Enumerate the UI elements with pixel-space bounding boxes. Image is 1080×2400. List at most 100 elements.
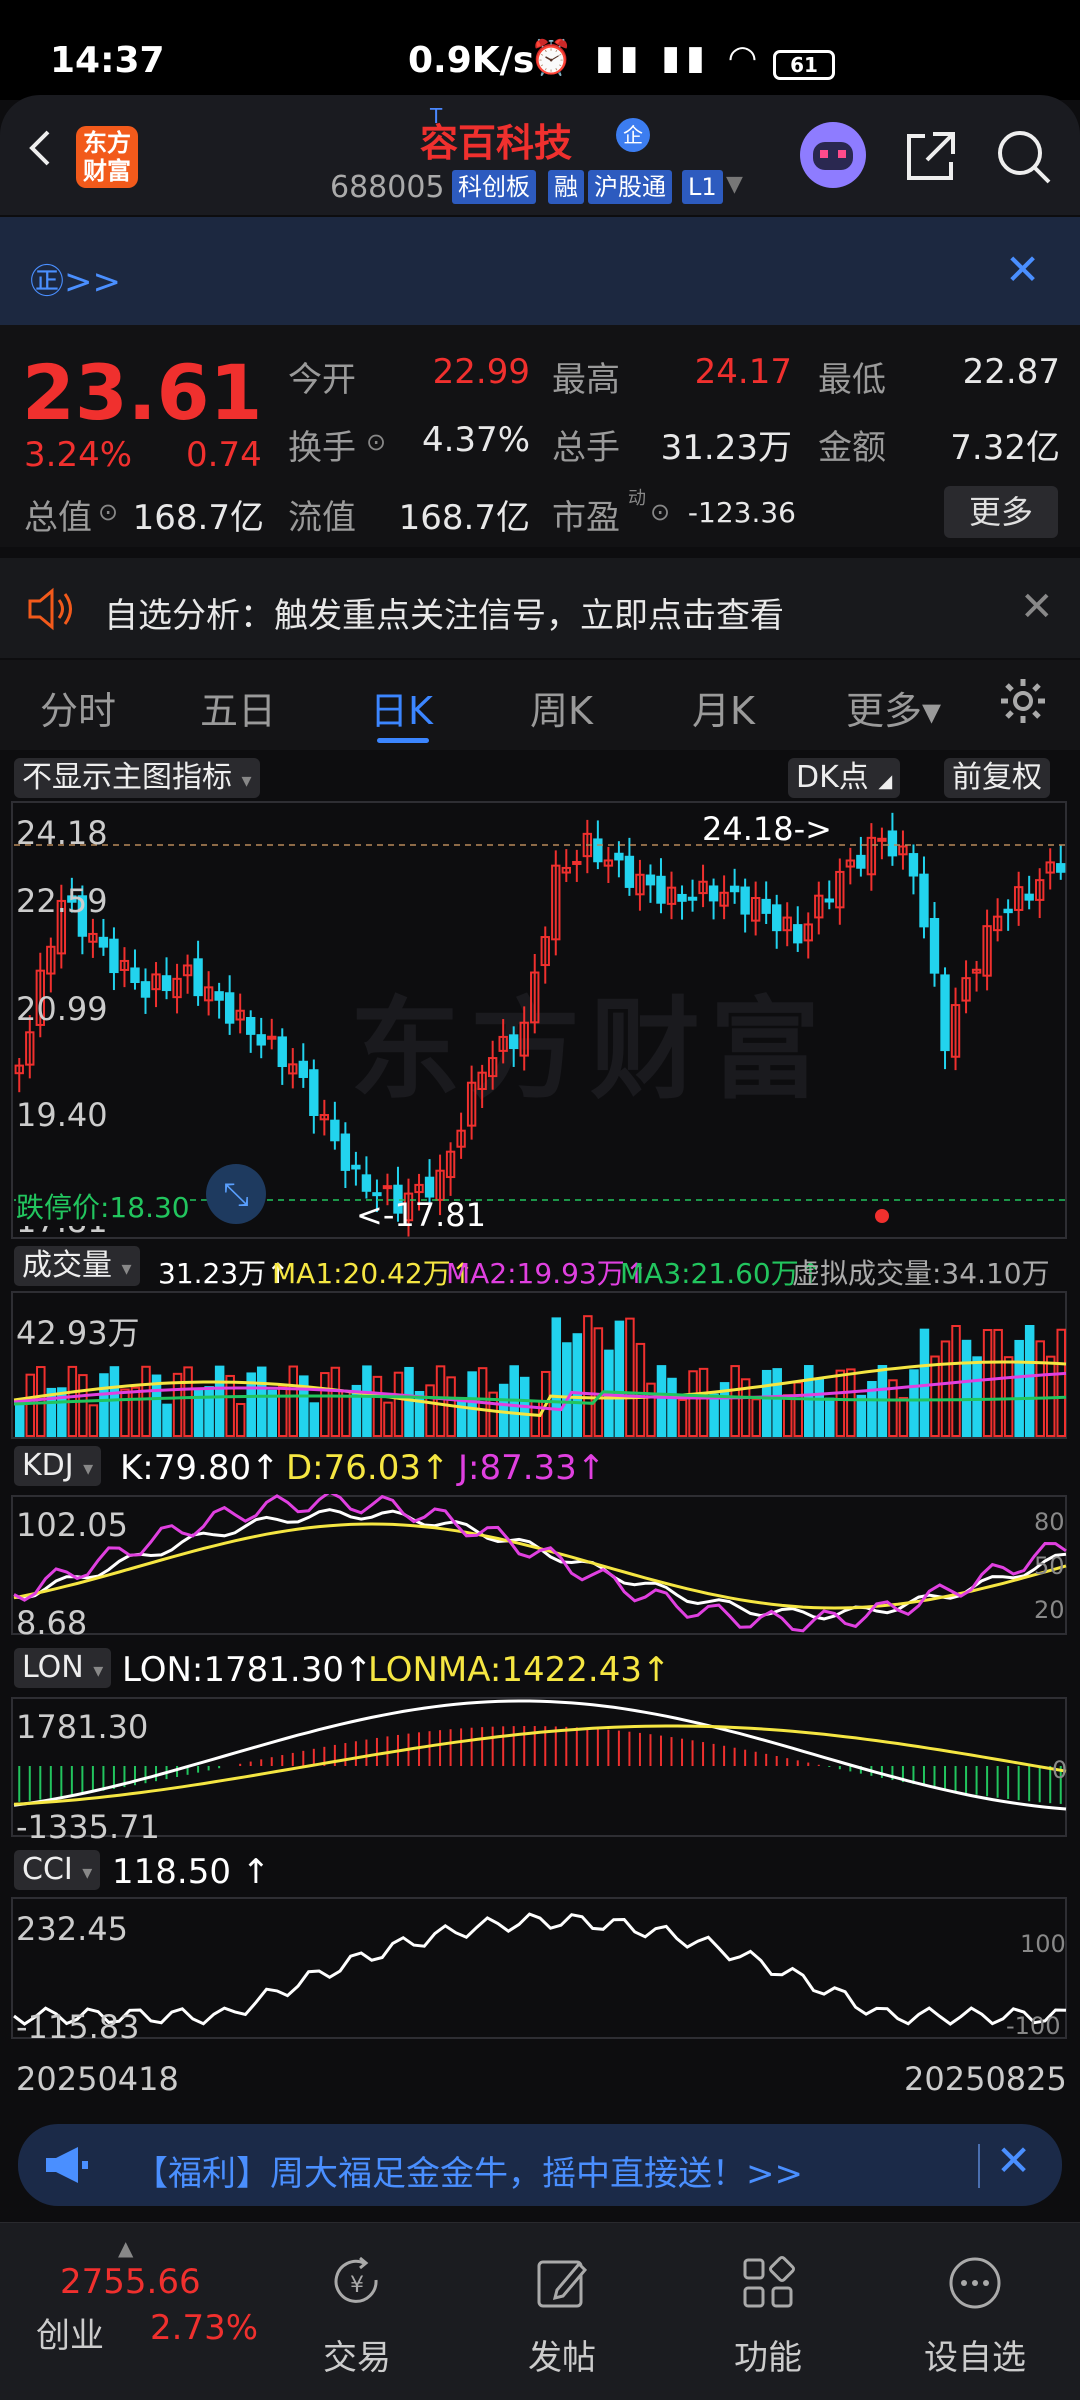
candle-body [214,991,224,1001]
dk-point-label: DK点 [796,760,869,795]
volume-value-text: 31.23万 [158,1257,267,1290]
nav-functions[interactable]: 功能 [703,2250,833,2379]
volume-ma2-text: MA2:19.93万 [446,1257,625,1290]
tab-intraday[interactable]: 分时 [40,680,116,735]
candle-body [793,924,803,944]
volume-bar [235,1402,246,1437]
low-label: 最低 [818,360,886,400]
stock-code: 688005 [330,170,445,205]
gear-icon[interactable] [998,676,1048,726]
tag-dropdown-icon[interactable]: ▼ [726,172,743,197]
candle-body [761,898,771,914]
lonma-line [13,1724,1067,1806]
volume-bar [320,1372,330,1437]
candle-body [1024,893,1034,901]
lon-indicator-select[interactable]: LON ▾ [14,1648,112,1688]
back-arrow-icon[interactable] [22,128,62,168]
candle-body [193,958,203,997]
volume-indicator-select[interactable]: 成交量 ▾ [14,1246,140,1286]
volume-bar [709,1393,719,1438]
volume-bar [625,1317,635,1437]
alert-text[interactable]: 自选分析：触发重点关注信号，立即点击查看 [104,588,784,637]
candle-body [929,917,940,974]
cci-indicator-select[interactable]: CCI ▾ [14,1850,101,1890]
tab-daily-k[interactable]: 日K [370,680,433,735]
chevron-up-icon[interactable]: ▲ [118,2236,133,2260]
kdj-j-line [13,1494,1067,1633]
candle-body [645,874,656,886]
kdj-indicator-select[interactable]: KDJ ▾ [14,1446,102,1486]
status-icons: ⏰ ▮▮ ▮▮ ◠ [530,38,764,78]
lon-chart[interactable] [0,1696,1080,1838]
index-name[interactable]: 创业 [36,2308,104,2357]
candle-body [224,992,235,1024]
candle-body [919,873,929,928]
volume-bar [362,1365,372,1437]
nav-trade[interactable]: ¥ 交易 [292,2250,422,2379]
svg-text:¥: ¥ [350,2273,364,2298]
volume-bar [120,1388,130,1437]
pe-dynamic-mark: 动 [628,488,646,509]
candlestick-chart[interactable] [0,800,1080,1240]
volume-bar [99,1373,109,1438]
promo-text[interactable]: 【福利】周大福足金金牛，摇中直接送！>> [134,2146,803,2195]
volume-bar [930,1355,940,1437]
dk-point-button[interactable]: DK点 ◢ [788,758,901,798]
candle-body [246,1017,256,1035]
info-icon[interactable]: ⊙ [650,498,670,526]
volume-bar [109,1366,120,1437]
logo-text-top: 东方 [83,129,131,157]
notice-banner[interactable]: ㊣>> ✕ [0,217,1080,325]
price-adjust-button[interactable]: 前复权 [944,758,1050,798]
volume-bar [919,1328,930,1437]
tab-monthly-k[interactable]: 月K [692,680,755,735]
candle-body [161,975,172,992]
tab-five-day[interactable]: 五日 [200,680,276,735]
tab-weekly-k[interactable]: 周K [530,680,593,735]
info-icon[interactable]: ⊙ [98,498,118,526]
tab-more[interactable]: 更多▾ [846,680,941,735]
volume-value: 31.23万↑ [158,1257,290,1290]
virtual-volume: 虚拟成交量:34.10万 [792,1257,1050,1290]
candle-body [351,1164,361,1170]
close-icon[interactable]: ✕ [1020,584,1054,630]
candle-body [298,1060,308,1078]
assistant-robot-icon[interactable] [800,122,866,188]
nav-set-watchlist[interactable]: 设自选 [910,2250,1040,2379]
expand-chart-icon[interactable]: ⤡ [206,1164,266,1224]
more-button[interactable]: 更多 [944,486,1058,538]
volume-bar [404,1366,414,1437]
stock-name[interactable]: 容百科技 [420,112,572,167]
share-icon[interactable] [903,128,959,184]
volume-bar [982,1329,993,1437]
volume-bar [435,1365,446,1437]
active-tab-indicator [377,738,429,743]
close-icon[interactable]: ✕ [996,2136,1031,2185]
candle-body [424,1176,435,1198]
candle-body [140,981,151,998]
volume-chart[interactable] [0,1290,1080,1440]
volume-bar [1014,1339,1024,1438]
info-icon[interactable]: ⊙ [366,428,386,456]
lon-zero-tick: 0 [1052,1756,1068,1784]
volume-bar [646,1382,656,1437]
close-icon[interactable]: ✕ [1005,245,1040,294]
volume-bar [88,1404,99,1438]
volume-ma1-text: MA1:20.42万 [272,1257,451,1290]
candle-body [772,904,782,932]
volume-bar [667,1377,677,1438]
kdj-chart[interactable] [0,1494,1080,1636]
cci-chart[interactable] [0,1896,1080,2040]
index-value[interactable]: 2755.66 [60,2262,201,2302]
volume-bar [288,1365,299,1437]
notice-text[interactable]: ㊣>> [30,254,121,303]
volume-bar [614,1320,625,1437]
volume-bar [162,1403,172,1437]
tag-star-market: 科创板 [452,170,536,204]
nav-post[interactable]: 发帖 [497,2250,627,2379]
search-icon[interactable] [995,128,1053,186]
index-percent[interactable]: 2.73% [150,2308,258,2348]
candle-body [372,1192,382,1197]
main-indicator-select[interactable]: 不显示主图指标 ▾ [14,758,260,798]
volume-bar [1003,1356,1014,1437]
